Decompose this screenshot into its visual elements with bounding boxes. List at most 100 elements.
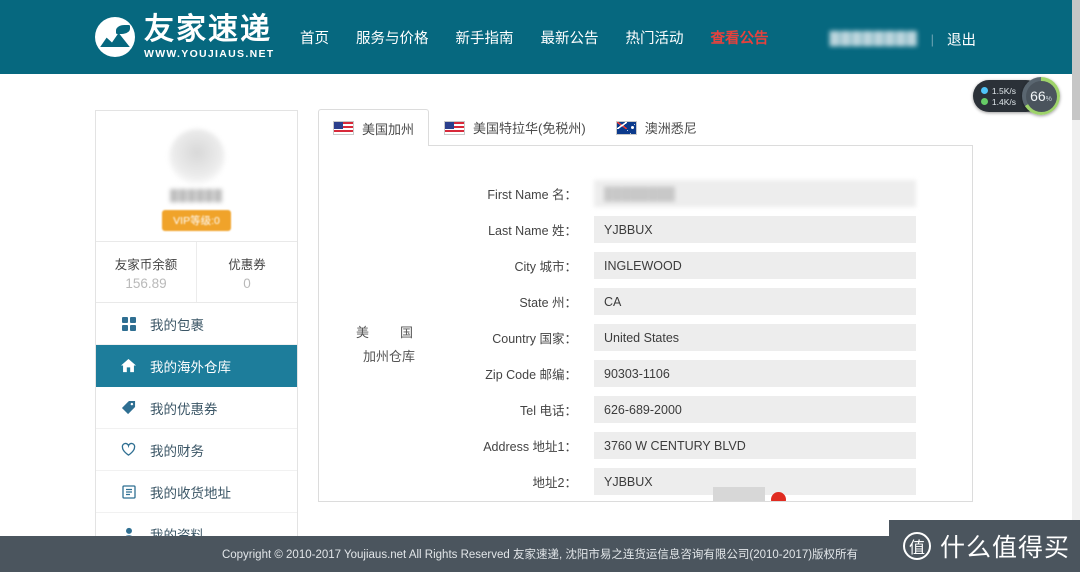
usage-gauge[interactable]: 66%: [1022, 77, 1060, 115]
site-header: 友家速递 WWW.YOUJIAUS.NET 首页 服务与价格 新手指南 最新公告…: [0, 0, 1080, 74]
sidebar-item-packages[interactable]: 我的包裹: [96, 303, 297, 345]
us-flag-icon: [333, 121, 354, 135]
tag-icon: [121, 400, 136, 415]
user-area: ████████ | 退出: [830, 29, 976, 50]
upload-arrow-icon: [980, 87, 988, 94]
field-address2: 地址2： YJBBUX: [459, 468, 916, 495]
sidebar-item-label: 我的优惠券: [150, 401, 218, 417]
tab-us-california[interactable]: 美国加州: [318, 109, 430, 146]
field-label: First Name 名：: [487, 188, 577, 202]
field-address1: Address 地址1： 3760 W CENTURY BLVD: [459, 432, 916, 459]
field-label: 地址2：: [532, 476, 577, 490]
sidebar-item-label: 我的包裹: [150, 317, 204, 333]
nav-item-news[interactable]: 最新公告: [541, 27, 599, 48]
sidebar-item-overseas-warehouse[interactable]: 我的海外仓库: [96, 345, 297, 387]
state-input[interactable]: CA: [594, 288, 916, 315]
network-speed-widget[interactable]: 1.5K/s 1.4K/s 66%: [972, 74, 1060, 118]
heart-icon: [121, 442, 136, 457]
sidebar-username: ██████: [170, 190, 223, 202]
nav-item-services[interactable]: 服务与价格: [356, 27, 429, 48]
balance-coupons-label: 优惠券: [228, 258, 266, 272]
warehouse-tabs: 美国加州 美国特拉华(免税州) 澳洲悉尼: [318, 109, 973, 146]
packages-icon: [121, 316, 136, 331]
sidebar-item-addresses[interactable]: 我的收货地址: [96, 471, 297, 513]
sidebar-item-label: 我的海外仓库: [150, 359, 231, 375]
warehouse-name-line1: 美 国: [355, 325, 422, 340]
field-city: City 城市： INGLEWOOD: [459, 252, 916, 279]
field-country: Country 国家： United States: [459, 324, 916, 351]
field-label: Last Name 姓：: [488, 224, 577, 238]
field-label: City 城市：: [514, 260, 577, 274]
gauge-value: 66: [1030, 87, 1046, 104]
avatar[interactable]: [168, 129, 225, 185]
field-label: Country 国家：: [492, 332, 577, 346]
balance-coins[interactable]: 友家币余额 156.89: [96, 242, 196, 302]
nav-item-guide[interactable]: 新手指南: [456, 27, 514, 48]
tab-label: 美国加州: [362, 121, 415, 137]
sidebar-menu: 我的包裹 我的海外仓库 我的优惠券 我的财务 我的收货地址: [96, 303, 297, 555]
field-tel: Tel 电话： 626-689-2000: [459, 396, 916, 423]
field-label: Tel 电话：: [520, 404, 577, 418]
gauge-unit: %: [1045, 95, 1052, 103]
copyright-text: Copyright © 2010-2017 Youjiaus.net All R…: [221, 549, 859, 561]
download-arrow-icon: [980, 98, 988, 105]
balance-coins-label: 友家币余额: [114, 258, 178, 272]
nav-item-home[interactable]: 首页: [300, 27, 329, 48]
tab-us-delaware[interactable]: 美国特拉华(免税州): [429, 109, 601, 145]
balance-coupons[interactable]: 优惠券 0: [196, 242, 297, 302]
vip-badge: VIP等级:0: [162, 210, 231, 231]
field-label: Zip Code 邮编：: [485, 368, 577, 382]
field-last-name: Last Name 姓： YJBBUX: [459, 216, 916, 243]
page-body: ██████ VIP等级:0 友家币余额 156.89 优惠券 0 我的包裹 我…: [0, 74, 1080, 556]
watermark: 值 什么值得买: [888, 520, 1080, 572]
sidebar: ██████ VIP等级:0 友家币余额 156.89 优惠券 0 我的包裹 我…: [95, 110, 298, 556]
sidebar-item-coupons[interactable]: 我的优惠券: [96, 387, 297, 429]
au-flag-icon: [615, 120, 637, 135]
zip-input[interactable]: 90303-1106: [594, 360, 916, 387]
warehouse-detail-panel: 美 国 加州仓库 First Name 名： ████████ Last Nam…: [318, 146, 973, 502]
notification-dot-icon: [771, 492, 786, 501]
tel-input[interactable]: 626-689-2000: [594, 396, 916, 423]
sidebar-item-finance[interactable]: 我的财务: [96, 429, 297, 471]
watermark-text: 什么值得买: [939, 533, 1070, 562]
address-form: First Name 名： ████████ Last Name 姓： YJBB…: [459, 180, 972, 501]
page-scrollbar[interactable]: [1072, 0, 1080, 572]
balance-row: 友家币余额 156.89 优惠券 0: [96, 242, 297, 303]
divider: |: [930, 32, 934, 47]
main-nav: 首页 服务与价格 新手指南 最新公告 热门活动 查看公告: [300, 27, 769, 48]
first-name-input[interactable]: ████████: [594, 180, 916, 207]
tab-label: 美国特拉华(免税州): [473, 121, 586, 136]
content-panel: 美国加州 美国特拉华(免税州) 澳洲悉尼 美 国 加州仓库 First Name…: [318, 109, 973, 502]
download-speed: 1.4K/s: [991, 96, 1016, 107]
us-flag-icon: [444, 120, 466, 135]
field-first-name: First Name 名： ████████: [459, 180, 916, 207]
profile-card: ██████ VIP等级:0: [96, 111, 297, 242]
smzdm-logo-icon: 值: [902, 532, 931, 560]
logo-mark-icon: [95, 17, 135, 58]
nav-item-announcement[interactable]: 查看公告: [711, 27, 769, 48]
sidebar-item-label: 我的财务: [150, 443, 204, 459]
upload-speed: 1.5K/s: [991, 85, 1016, 96]
home-icon: [121, 358, 136, 373]
field-state: State 州： CA: [459, 288, 916, 315]
download-row: 1.4K/s: [980, 96, 1016, 107]
page-root: 友家速递 WWW.YOUJIAUS.NET 首页 服务与价格 新手指南 最新公告…: [0, 0, 1080, 572]
logo-text-en: WWW.YOUJIAUS.NET: [144, 48, 275, 60]
country-input[interactable]: United States: [594, 324, 916, 351]
scrollbar-thumb[interactable]: [1072, 0, 1080, 120]
nav-item-promotions[interactable]: 热门活动: [626, 27, 684, 48]
warehouse-name-line2: 加州仓库: [362, 349, 415, 364]
username-label: ████████: [829, 32, 918, 47]
warehouse-name: 美 国 加州仓库: [319, 180, 459, 501]
list-icon: [121, 484, 136, 499]
field-label: Address 地址1：: [483, 440, 577, 454]
logout-button[interactable]: 退出: [947, 29, 976, 50]
address1-input[interactable]: 3760 W CENTURY BLVD: [594, 432, 916, 459]
copy-button[interactable]: [713, 487, 765, 501]
last-name-input[interactable]: YJBBUX: [594, 216, 916, 243]
city-input[interactable]: INGLEWOOD: [594, 252, 916, 279]
tab-australia-sydney[interactable]: 澳洲悉尼: [601, 109, 712, 145]
field-zip: Zip Code 邮编： 90303-1106: [459, 360, 916, 387]
site-logo[interactable]: 友家速递 WWW.YOUJIAUS.NET: [95, 15, 274, 60]
balance-coins-value: 156.89: [125, 276, 167, 291]
